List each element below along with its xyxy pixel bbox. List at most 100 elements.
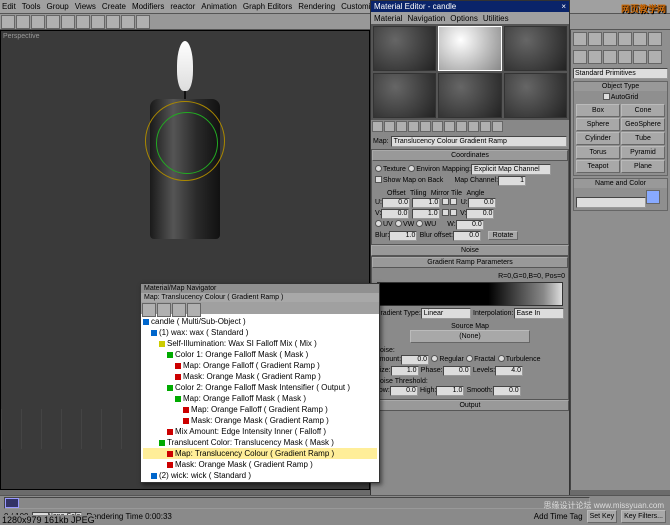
material-tree[interactable]: candle ( Multi/Sub-Object )(1) wax: wax … — [141, 314, 379, 484]
v-offset[interactable]: 0.0 — [381, 209, 409, 219]
shapes-tab[interactable] — [588, 50, 602, 64]
tool-button[interactable] — [46, 15, 60, 29]
tree-item[interactable]: Mask: Orange Mask ( Gradient Ramp ) — [143, 415, 377, 426]
menu-modifiers[interactable]: Modifiers — [132, 2, 164, 11]
modify-tab[interactable] — [588, 32, 602, 46]
material-editor-titlebar[interactable]: Material Editor - candle× — [371, 1, 569, 12]
category-dropdown[interactable]: Standard Primitives — [573, 68, 668, 79]
rollout-header[interactable]: Coordinates — [372, 150, 568, 161]
tool-button[interactable] — [16, 15, 30, 29]
autogrid-check[interactable] — [603, 93, 610, 100]
close-icon[interactable]: × — [561, 2, 566, 11]
rollout-header[interactable]: Gradient Ramp Parameters — [372, 257, 568, 268]
tool-button[interactable] — [61, 15, 75, 29]
box-button[interactable]: Box — [576, 104, 620, 117]
mat-tool[interactable] — [384, 121, 395, 132]
tree-item[interactable]: (1) wax: wax ( Standard ) — [143, 327, 377, 338]
mat-tool[interactable] — [408, 121, 419, 132]
cone-button[interactable]: Cone — [621, 104, 665, 117]
rotation-gizmo[interactable] — [145, 101, 225, 181]
tool-button[interactable] — [106, 15, 120, 29]
map-dropdown[interactable]: Translucency Colour Gradient Ramp — [391, 136, 567, 147]
material-slot[interactable] — [373, 26, 436, 71]
menu-animation[interactable]: Animation — [201, 2, 237, 11]
tool-button[interactable] — [76, 15, 90, 29]
noise-amount[interactable]: 0.0 — [401, 355, 429, 365]
tree-item[interactable]: (2) wick: wick ( Standard ) — [143, 470, 377, 481]
tree-item[interactable]: Self-Illumination: Wax SI Falloff Mix ( … — [143, 338, 377, 349]
utilities-tab[interactable] — [648, 32, 662, 46]
u-angle[interactable]: 0.0 — [468, 198, 496, 208]
material-editor-menu[interactable]: MaterialNavigationOptionsUtilities — [371, 12, 569, 24]
source-map-button[interactable]: (None) — [410, 330, 530, 343]
gradient-type-dropdown[interactable]: Linear — [421, 308, 471, 319]
noise-phase[interactable]: 0.0 — [443, 366, 471, 376]
menu-edit[interactable]: Edit — [2, 2, 16, 11]
geometry-tab[interactable] — [573, 50, 587, 64]
tree-item[interactable]: Translucent Color: Translucency Mask ( M… — [143, 437, 377, 448]
interpolation-dropdown[interactable]: Ease In — [514, 308, 564, 319]
tube-button[interactable]: Tube — [621, 132, 665, 145]
pyramid-button[interactable]: Pyramid — [621, 146, 665, 159]
gradient-bar[interactable] — [377, 282, 563, 306]
motion-tab[interactable] — [618, 32, 632, 46]
teapot-button[interactable]: Teapot — [576, 160, 620, 173]
mat-tool[interactable] — [432, 121, 443, 132]
blur-offset-input[interactable]: 0.0 — [453, 231, 481, 241]
plane-button[interactable]: Plane — [621, 160, 665, 173]
mat-tool[interactable] — [420, 121, 431, 132]
v-angle[interactable]: 0.0 — [466, 209, 494, 219]
u-offset[interactable]: 0.0 — [382, 198, 410, 208]
geosphere-button[interactable]: GeoSphere — [621, 118, 665, 131]
menu-tools[interactable]: Tools — [22, 2, 41, 11]
tool-button[interactable] — [91, 15, 105, 29]
tree-item[interactable]: Map: Translucency Colour ( Gradient Ramp… — [143, 448, 377, 459]
tree-item[interactable]: Color 2: Orange Falloff Mask Intensifier… — [143, 382, 377, 393]
menu-group[interactable]: Group — [46, 2, 68, 11]
lights-tab[interactable] — [603, 50, 617, 64]
show-map-check[interactable] — [375, 176, 382, 183]
menu-rendering[interactable]: Rendering — [298, 2, 335, 11]
noise-levels[interactable]: 4.0 — [495, 366, 523, 376]
u-tiling[interactable]: 1.0 — [412, 198, 440, 208]
blur-input[interactable]: 1.0 — [389, 231, 417, 241]
w-angle[interactable]: 0.0 — [456, 220, 484, 230]
mat-tool[interactable] — [372, 121, 383, 132]
time-slider[interactable] — [5, 498, 19, 508]
color-swatch[interactable] — [646, 190, 660, 204]
mat-tool[interactable] — [492, 121, 503, 132]
menu-graph editors[interactable]: Graph Editors — [243, 2, 292, 11]
tool-button[interactable] — [1, 15, 15, 29]
timeline[interactable] — [4, 497, 590, 509]
navigator-titlebar[interactable]: Material/Map Navigator — [141, 284, 379, 293]
mat-tool[interactable] — [396, 121, 407, 132]
noise-size[interactable]: 1.0 — [391, 366, 419, 376]
sphere-button[interactable]: Sphere — [576, 118, 620, 131]
v-tiling[interactable]: 1.0 — [412, 209, 440, 219]
tree-item[interactable]: Map: Orange Falloff ( Gradient Ramp ) — [143, 360, 377, 371]
rollout-header[interactable]: Name and Color — [574, 179, 667, 188]
material-slot[interactable] — [373, 73, 436, 118]
material-slot-selected[interactable] — [438, 26, 501, 71]
mat-tool[interactable] — [444, 121, 455, 132]
tree-item[interactable]: Mask: Orange Mask ( Gradient Ramp ) — [143, 459, 377, 470]
tool-button[interactable] — [31, 15, 45, 29]
menu-views[interactable]: Views — [75, 2, 96, 11]
material-slot[interactable] — [504, 73, 567, 118]
tree-item[interactable]: Mask: Orange Mask ( Gradient Ramp ) — [143, 371, 377, 382]
rollout-header[interactable]: Object Type — [574, 82, 667, 91]
thresh-high[interactable]: 1.0 — [436, 386, 464, 396]
rotate-button[interactable]: Rotate — [488, 231, 519, 240]
key-filters-button[interactable]: Key Filters... — [621, 510, 666, 523]
display-tab[interactable] — [633, 32, 647, 46]
mat-tool[interactable] — [468, 121, 479, 132]
add-time-tag[interactable]: Add Time Tag — [534, 512, 583, 521]
space-warps-tab[interactable] — [648, 50, 662, 64]
mapping-dropdown[interactable]: Explicit Map Channel — [471, 164, 551, 175]
noise-rollout-header[interactable]: Noise — [371, 245, 569, 256]
mat-tool[interactable] — [480, 121, 491, 132]
torus-button[interactable]: Torus — [576, 146, 620, 159]
material-slot[interactable] — [438, 73, 501, 118]
menu-create[interactable]: Create — [102, 2, 126, 11]
tree-item[interactable]: Map: Orange Falloff Mask ( Mask ) — [143, 393, 377, 404]
